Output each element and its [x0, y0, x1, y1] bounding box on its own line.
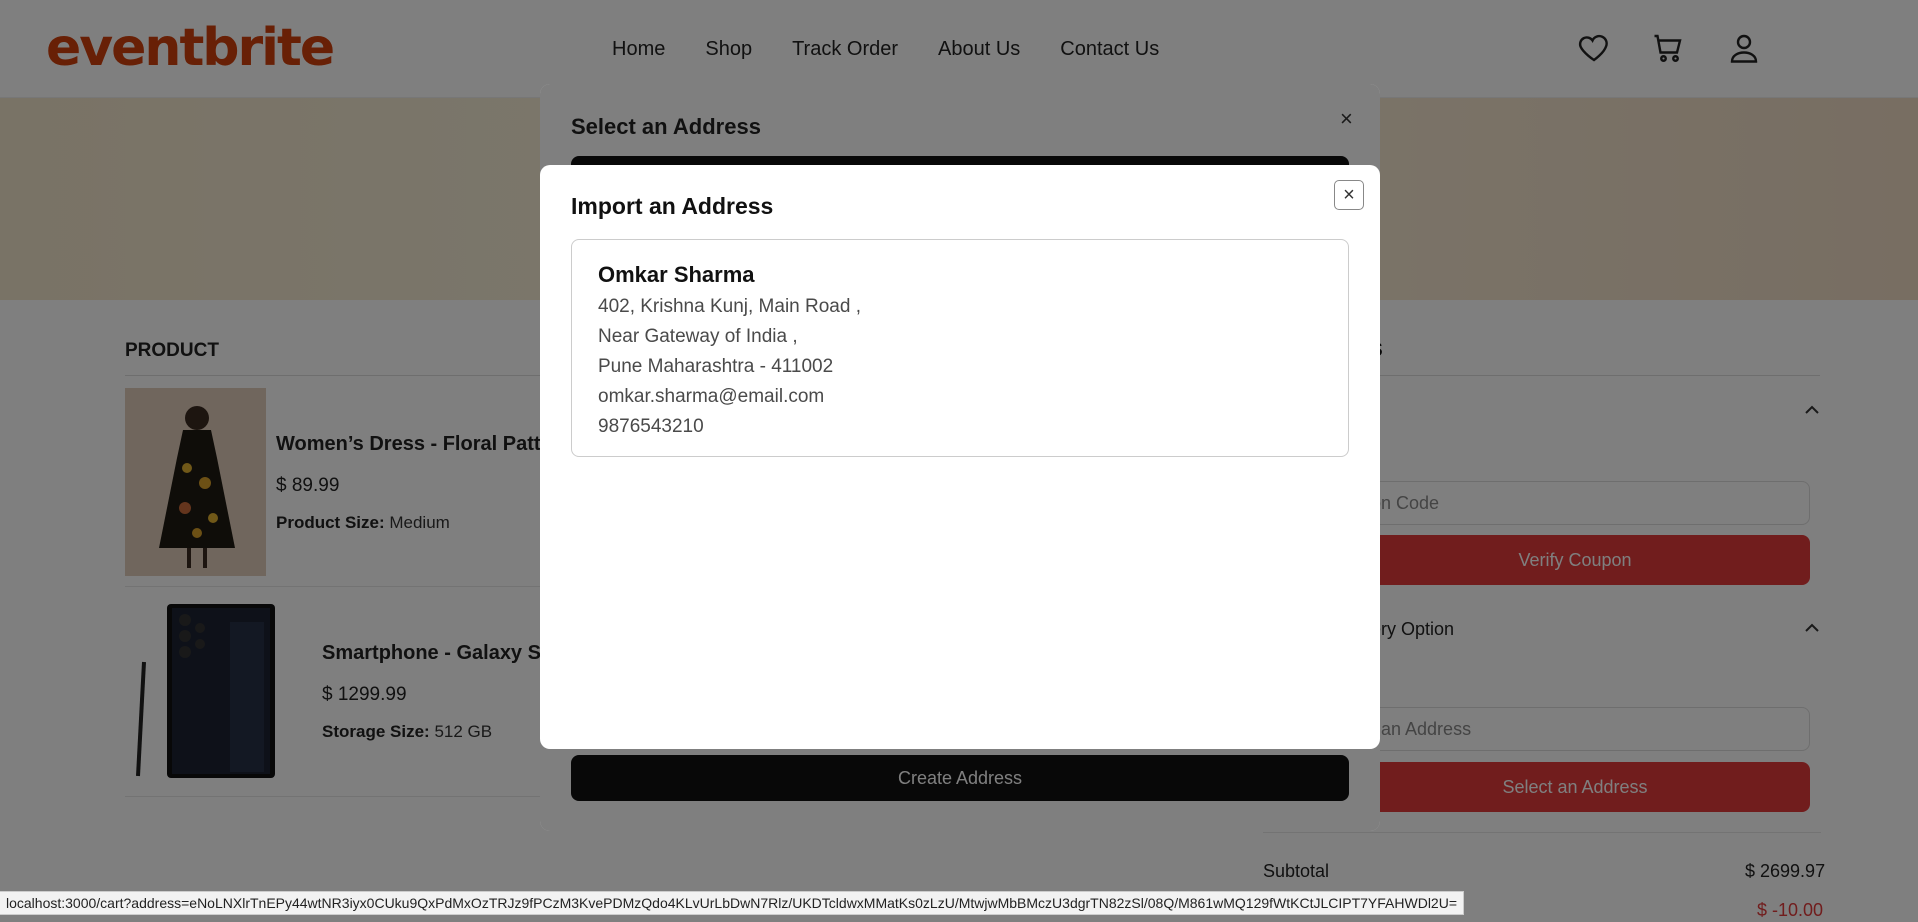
import-address-modal: Import an Address × Omkar Sharma 402, Kr…: [540, 165, 1380, 749]
address-phone: 9876543210: [598, 416, 704, 437]
address-name: Omkar Sharma: [598, 262, 755, 287]
address-card[interactable]: Omkar Sharma 402, Krishna Kunj, Main Roa…: [571, 239, 1349, 457]
address-email: omkar.sharma@email.com: [598, 386, 825, 407]
browser-status-url: localhost:3000/cart?address=eNoLNXlrTnEP…: [0, 891, 1465, 915]
import-address-title: Import an Address: [571, 193, 774, 219]
address-line1: 402, Krishna Kunj, Main Road ,: [598, 296, 861, 317]
close-icon[interactable]: ×: [1334, 180, 1364, 210]
address-line2: Near Gateway of India ,: [598, 326, 798, 347]
address-line3: Pune Maharashtra - 411002: [598, 356, 834, 377]
